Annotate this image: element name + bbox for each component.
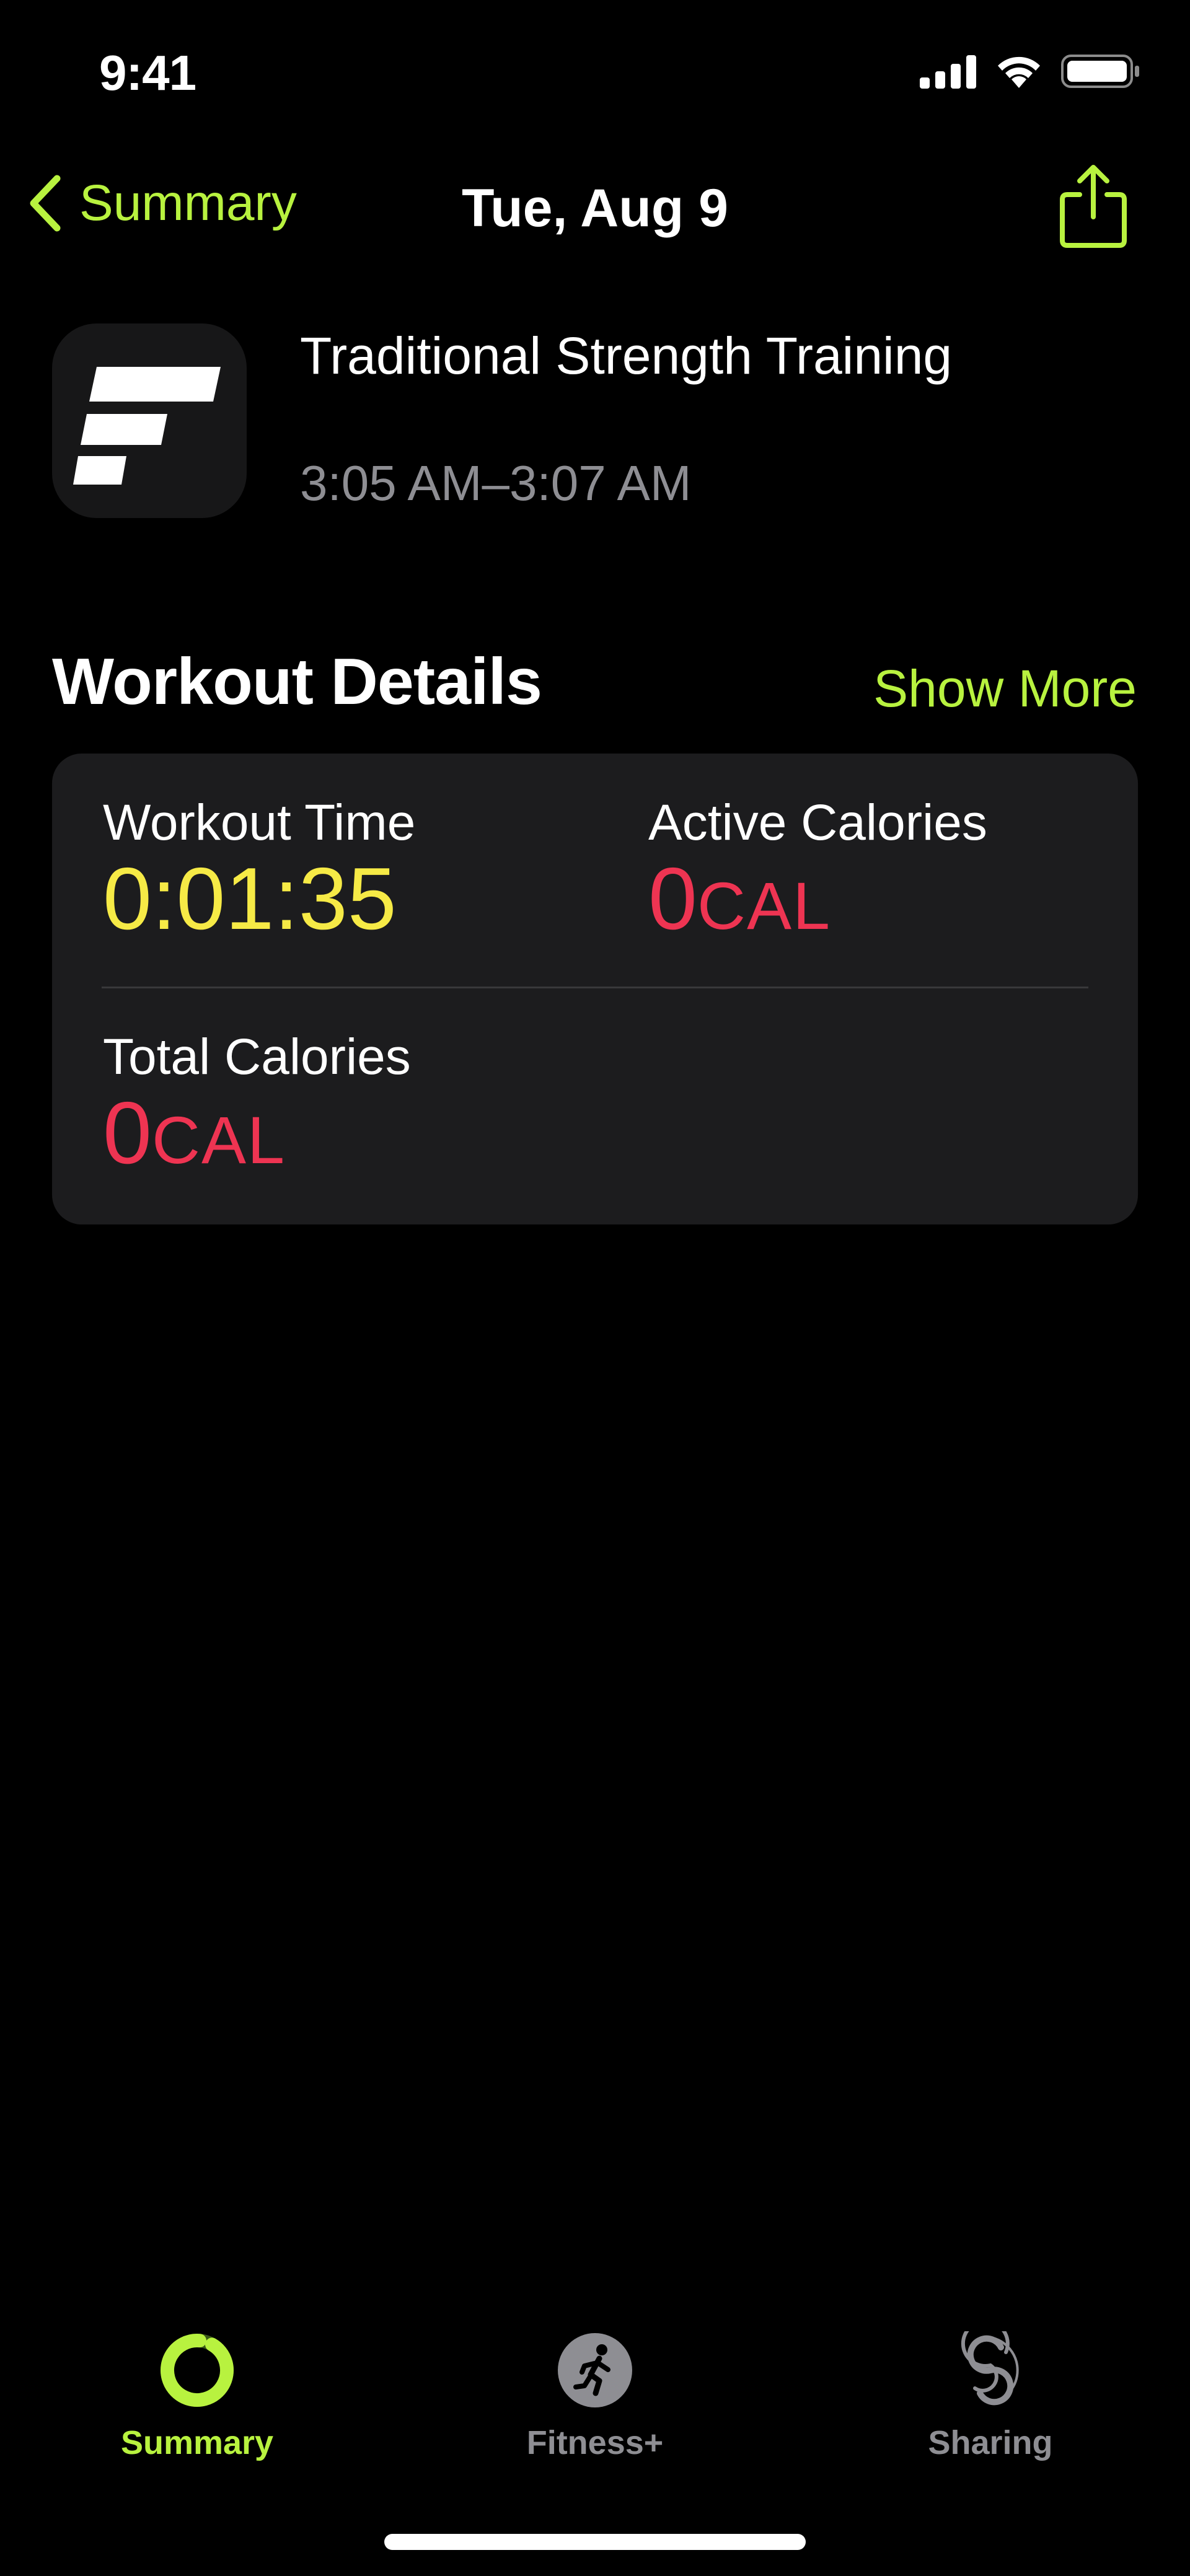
metric-label: Total Calories [103, 1029, 411, 1085]
metric-number: 0:01:35 [103, 850, 397, 948]
metric-value: 0CAL [648, 853, 987, 952]
status-bar-icons [920, 53, 1140, 89]
metric-value: 0:01:35 [103, 853, 415, 946]
status-bar-time: 9:41 [99, 45, 196, 100]
workout-time-range: 3:05 AM–3:07 AM [300, 455, 692, 511]
tab-label: Sharing [928, 2424, 1053, 2461]
cellular-signal-icon [920, 55, 976, 89]
tab-sharing[interactable]: Sharing [860, 2331, 1121, 2480]
battery-icon [1061, 55, 1139, 88]
metric-total-calories: Total Calories 0CAL [103, 1027, 411, 1187]
metric-value: 0CAL [103, 1087, 411, 1187]
metric-unit: CAL [697, 868, 832, 943]
metric-number: 0 [648, 850, 697, 948]
workout-details-card: Workout Time 0:01:35 Active Calories 0CA… [52, 754, 1138, 1224]
tab-label: Summary [120, 2424, 274, 2461]
metric-workout-time: Workout Time 0:01:35 [103, 793, 415, 946]
activity-ring-icon [161, 2334, 234, 2407]
tab-label: Fitness+ [526, 2424, 664, 2461]
tab-summary[interactable]: Summary [67, 2331, 327, 2480]
workout-app-icon [52, 323, 247, 518]
metric-active-calories: Active Calories 0CAL [648, 793, 987, 952]
sharing-icon [961, 2331, 1019, 2406]
fitness-app-logo [73, 367, 221, 485]
divider [102, 987, 1088, 988]
home-indicator[interactable] [384, 2534, 806, 2550]
metric-label: Workout Time [103, 794, 416, 851]
section-title: Workout Details [52, 645, 542, 718]
metric-number: 0 [103, 1084, 152, 1182]
metric-unit: CAL [151, 1102, 286, 1177]
show-more-button[interactable]: Show More [873, 654, 1137, 723]
share-icon [1060, 165, 1127, 248]
page-title: Tue, Aug 9 [462, 178, 728, 238]
running-figure-icon [558, 2333, 632, 2407]
workout-name: Traditional Strength Training [300, 327, 953, 385]
wifi-icon [998, 56, 1040, 88]
metric-label: Active Calories [648, 794, 987, 851]
tab-fitness-plus[interactable]: Fitness+ [465, 2331, 725, 2480]
share-button[interactable] [1056, 164, 1130, 250]
